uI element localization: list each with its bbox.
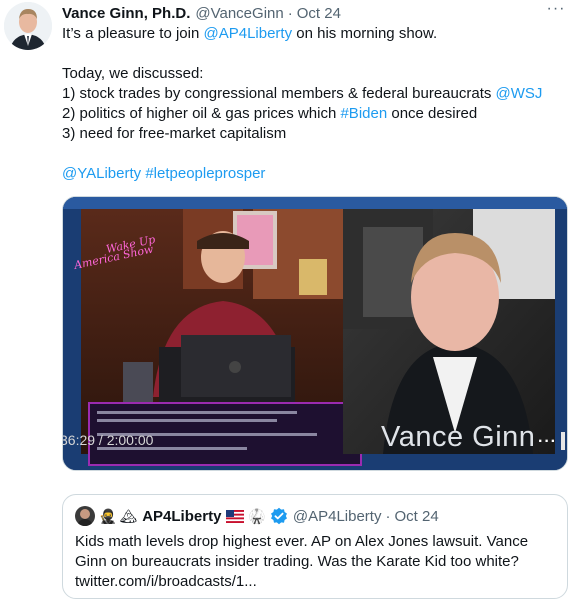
verified-badge-icon — [270, 507, 288, 525]
mention-ap4liberty[interactable]: @AP4Liberty — [203, 25, 292, 42]
video-timestamp: 36:29 / 2:00:00 — [62, 432, 154, 448]
martial-arts-uniform-icon: 🥋 — [248, 507, 266, 524]
separator-dot: · — [287, 4, 293, 22]
separator-dot: · — [385, 507, 391, 525]
author-name[interactable]: Vance Ginn, Ph.D. — [62, 5, 190, 22]
tweet-header: Vance Ginn, Ph.D. @VanceGinn · Oct 24 — [62, 3, 569, 23]
quoted-author-handle[interactable]: @AP4Liberty — [293, 508, 382, 525]
quoted-author-name[interactable]: AP4Liberty — [142, 508, 221, 525]
hashtag-letpeopleprosper[interactable]: #letpeopleprosper — [145, 165, 265, 182]
quoted-tweet[interactable]: 🥷 🏔 AP4Liberty 🥋 @AP4Liberty · Oct 24 Ki… — [62, 494, 568, 599]
tweet-line: 1) stock trades by congressional members… — [62, 84, 562, 104]
tweet-line: It’s a pleasure to join @AP4Liberty on h… — [62, 24, 562, 44]
quoted-tweet-text: Kids math levels drop highest ever. AP o… — [75, 533, 529, 590]
mention-wsj[interactable]: @WSJ — [496, 85, 543, 102]
text-segment: once desired — [387, 105, 478, 122]
text-segment: 2) politics of higher oil & gas prices w… — [62, 105, 341, 122]
mention-yaliberty[interactable]: @YALiberty — [62, 165, 141, 182]
quoted-tweet-header: 🥷 🏔 AP4Liberty 🥋 @AP4Liberty · Oct 24 — [75, 505, 439, 527]
text-segment: on his morning show. — [292, 25, 438, 42]
tweet-text: It’s a pleasure to join @AP4Liberty on h… — [62, 24, 562, 184]
hashtag-biden[interactable]: #Biden — [340, 105, 387, 122]
video-pause-icon[interactable] — [561, 432, 565, 450]
quoted-avatar[interactable] — [75, 506, 95, 526]
text-segment: It’s a pleasure to join — [62, 25, 204, 42]
video-player[interactable]: Wake Up America Show 36:29 / 2:00:00 Van… — [62, 196, 568, 471]
profile-photo-icon — [4, 2, 52, 50]
tweet-line: Today, we discussed: — [62, 65, 204, 82]
profile-photo-icon — [75, 506, 95, 526]
guest-name-overlay: Vance Ginn — [381, 421, 536, 453]
mountain-emoji-icon: 🏔 — [119, 507, 138, 524]
author-handle[interactable]: @VanceGinn — [195, 5, 283, 22]
us-flag-icon — [226, 509, 245, 523]
author-avatar[interactable] — [4, 2, 52, 50]
tweet-timestamp[interactable]: Oct 24 — [297, 5, 341, 22]
ninja-emoji-icon: 🥷 — [99, 507, 117, 524]
quoted-timestamp[interactable]: Oct 24 — [394, 508, 438, 525]
tweet-line: @YALiberty #letpeopleprosper — [62, 164, 562, 184]
tweet-line: 2) politics of higher oil & gas prices w… — [62, 104, 562, 124]
text-segment: 1) stock trades by congressional members… — [62, 85, 496, 102]
more-options-icon[interactable]: ··· — [545, 1, 567, 20]
tweet-line: 3) need for free-market capitalism — [62, 125, 287, 142]
video-more-icon[interactable]: ··· — [538, 433, 557, 451]
